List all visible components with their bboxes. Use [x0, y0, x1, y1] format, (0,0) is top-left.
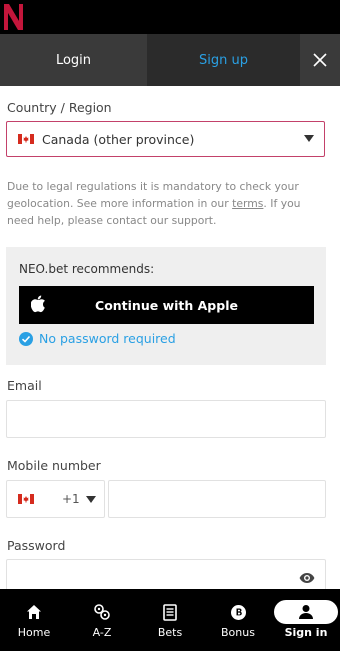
email-field-wrapper: [6, 400, 326, 438]
continue-with-apple-button[interactable]: Continue with Apple: [19, 286, 314, 324]
close-icon: [313, 53, 327, 67]
phone-prefix-select[interactable]: +1: [6, 480, 105, 518]
terms-link[interactable]: terms: [232, 197, 263, 210]
bets-icon: [163, 603, 177, 621]
chevron-down-icon: [85, 495, 96, 503]
mobile-label: Mobile number: [7, 458, 101, 473]
country-label: Country / Region: [7, 100, 112, 115]
nav-home[interactable]: Home: [0, 589, 68, 651]
nav-home-label: Home: [17, 626, 51, 639]
email-label: Email: [7, 378, 42, 393]
nav-bonus-label: Bonus: [221, 626, 255, 639]
tab-login-label: Login: [55, 52, 92, 68]
nav-az-label: A-Z: [92, 626, 112, 639]
geolocation-info: Due to legal regulations it is mandatory…: [7, 178, 327, 229]
nav-sign-in[interactable]: Sign in: [272, 589, 340, 651]
check-circle-icon: [19, 331, 33, 346]
nav-sign-in-label: Sign in: [284, 626, 328, 639]
nav-bonus[interactable]: Bonus: [204, 589, 272, 651]
mobile-field-wrapper: [108, 480, 326, 518]
mobile-number-field[interactable]: [109, 481, 325, 517]
tab-signup-label: Sign up: [199, 52, 248, 68]
canada-flag-icon: [18, 134, 34, 144]
password-label: Password: [7, 538, 66, 553]
email-field[interactable]: [7, 401, 325, 437]
home-icon: [27, 605, 41, 619]
chevron-down-icon: [304, 135, 314, 142]
user-icon: [299, 605, 313, 619]
recommend-title: NEO.bet recommends:: [19, 262, 155, 276]
no-password-note: No password required: [19, 331, 176, 346]
bottom-nav: Home A-Z Bets Bonus Sign in: [0, 589, 340, 651]
top-bar: [0, 0, 340, 34]
apple-button-label: Continue with Apple: [95, 297, 238, 313]
phone-prefix-value: +1: [62, 492, 80, 506]
country-value: Canada (other province): [42, 131, 195, 147]
country-select[interactable]: Canada (other province): [6, 121, 325, 157]
canada-flag-icon: [18, 494, 34, 504]
recommend-box: NEO.bet recommends: Continue with Apple …: [6, 247, 326, 365]
nav-bets-label: Bets: [157, 626, 183, 639]
tab-login[interactable]: Login: [0, 34, 147, 86]
apple-icon: [31, 295, 45, 313]
az-icon: [94, 604, 110, 620]
tab-signup[interactable]: Sign up: [147, 34, 300, 86]
eye-icon[interactable]: [299, 572, 315, 584]
bonus-icon: [230, 604, 246, 620]
no-password-text: No password required: [39, 331, 176, 346]
nav-az[interactable]: A-Z: [68, 589, 136, 651]
neobet-logo[interactable]: [4, 4, 24, 30]
auth-tabs: Login Sign up: [0, 34, 340, 86]
close-button[interactable]: [300, 34, 340, 86]
nav-bets[interactable]: Bets: [136, 589, 204, 651]
